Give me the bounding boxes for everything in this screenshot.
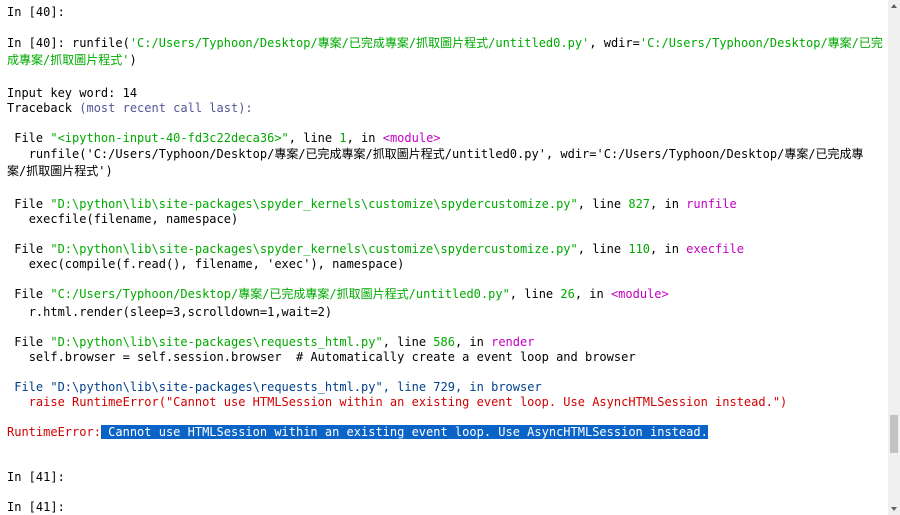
traceback-frame-location: File "D:\python\lib\site-packages\reques…	[14, 380, 542, 394]
traceback-frame-location: File "C:/Users/Typhoon/Desktop/專案/已完成專案/…	[14, 287, 669, 301]
ipython-console[interactable]: In [40]: In [40]: runfile('C:/Users/Typh…	[0, 0, 888, 515]
traceback-frame-location: File "D:\python\lib\site-packages\reques…	[14, 335, 535, 349]
scroll-up-arrow-icon[interactable]	[891, 4, 897, 8]
error-type: RuntimeError:	[7, 425, 101, 439]
input-prompt-active[interactable]: In [41]:	[7, 500, 65, 515]
traceback-frame-code: execfile(filename, namespace)	[28, 212, 239, 226]
traceback-frame-code: r.html.render(sleep=3,scrolldown=1,wait=…	[28, 305, 333, 319]
runfile-command-line-wrap: 成專案/抓取圖片程式')	[7, 53, 137, 67]
traceback-frame-code: self.browser = self.session.browser # Au…	[28, 350, 636, 364]
traceback-frame-location: File "<ipython-input-40-fd3c22deca36>", …	[14, 131, 441, 145]
input-prompt: In [41]:	[7, 470, 65, 484]
scroll-down-arrow-icon[interactable]	[891, 507, 897, 511]
traceback-frame-code: runfile('C:/Users/Typhoon/Desktop/專案/已完成…	[28, 147, 864, 161]
traceback-header: Traceback (most recent call last):	[7, 101, 253, 115]
input-prompt: In [40]:	[7, 5, 65, 19]
input-echo: Input key word: 14	[7, 86, 138, 100]
traceback-frame-code: raise RuntimeError("Cannot use HTMLSessi…	[28, 395, 788, 409]
traceback-frame-code-wrap: 案/抓取圖片程式')	[7, 164, 113, 178]
scrollbar-thumb[interactable]	[890, 415, 898, 453]
runfile-command-line: In [40]: runfile('C:/Users/Typhoon/Deskt…	[7, 36, 883, 50]
vertical-scrollbar[interactable]	[888, 0, 900, 515]
traceback-frame-location: File "D:\python\lib\site-packages\spyder…	[14, 197, 737, 211]
error-line[interactable]: RuntimeError: Cannot use HTMLSession wit…	[7, 425, 708, 440]
traceback-frame-location: File "D:\python\lib\site-packages\spyder…	[14, 242, 744, 256]
traceback-frame-code: exec(compile(f.read(), filename, 'exec')…	[28, 257, 405, 271]
error-message-selected[interactable]: Cannot use HTMLSession within an existin…	[100, 425, 708, 439]
